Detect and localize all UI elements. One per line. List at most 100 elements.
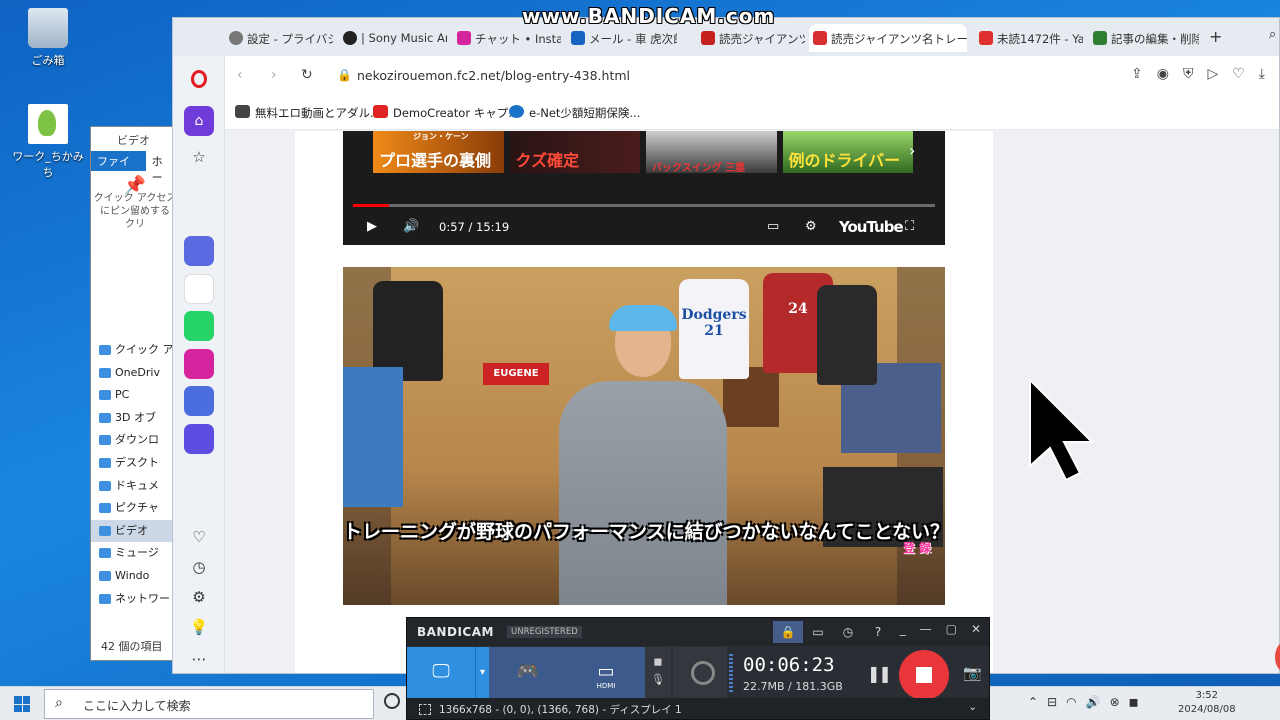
wifi-icon[interactable]: ◠ <box>1066 695 1076 709</box>
play-icon[interactable]: ▶ <box>367 219 377 234</box>
fullscreen-icon[interactable]: ⛶ <box>905 219 914 234</box>
taskbar-clock[interactable]: 3:52 2024/08/08 <box>1178 689 1236 717</box>
aria-ai-icon[interactable] <box>184 236 214 266</box>
bandicam-tray-icon[interactable]: ◼ <box>1129 695 1139 709</box>
settings-gear-icon[interactable]: ⚙ <box>805 219 817 234</box>
tree-item[interactable]: ネットワー <box>91 588 179 611</box>
timer-clock-icon[interactable]: ◷ <box>833 621 863 643</box>
share-icon[interactable]: ⇪ <box>1131 66 1143 82</box>
tree-item[interactable]: クイック ア <box>91 339 179 362</box>
whatsapp-icon[interactable] <box>184 311 214 341</box>
folder-icon[interactable]: ▭ <box>803 621 833 643</box>
desktop-icon-recycle-bin[interactable]: ごみ箱 <box>8 8 88 68</box>
chevron-right-icon[interactable]: › <box>909 141 915 160</box>
more-icon[interactable]: ⋯ <box>189 650 209 670</box>
hdmi-label: HDMI <box>596 682 616 690</box>
bandicam-header: BANDICAM UNREGISTERED 🔒 ▭ ◷ ? _ — ▢ ✕ <box>407 618 989 646</box>
tree-item[interactable]: OneDriv <box>91 362 179 385</box>
back-icon[interactable]: ‹ <box>237 67 243 83</box>
download-icon[interactable]: ⤓ <box>1259 66 1265 82</box>
video-frame-training[interactable]: EUGENE Dodgers 21 24 トレーニングが野球のパフォーマンスに結… <box>343 267 945 605</box>
opera-logo-icon[interactable] <box>191 70 207 88</box>
windows-start-icon[interactable] <box>14 696 30 712</box>
lock-icon: 🔒 <box>337 68 352 82</box>
video-player-icon[interactable] <box>184 424 214 454</box>
gear-icon[interactable]: ⚙ <box>189 588 209 608</box>
url-field[interactable]: nekozirouemon.fc2.net/blog-entry-438.htm… <box>357 68 630 83</box>
thumb-title: 例のドライバー <box>788 151 901 170</box>
screenshot-camera-icon[interactable]: 📷 <box>963 664 982 682</box>
game-mode-button[interactable]: 🎮 <box>489 647 567 699</box>
tab-gmail-giants[interactable]: 読売ジャイアンツ名 <box>697 24 805 52</box>
screen-mode-dropdown[interactable]: ▾ <box>475 647 489 699</box>
tree-item[interactable]: PC <box>91 384 179 407</box>
tab-active-giants-training[interactable]: 読売ジャイアンツ名トレー <box>809 24 967 52</box>
tab-yahoo-mail[interactable]: 未読1472件 - Yah <box>975 24 1083 52</box>
close-icon[interactable]: ✕ <box>971 622 981 636</box>
related-video-thumb[interactable]: ジョン・ケーン プロ選手の裏側 <box>373 131 504 173</box>
music-player-icon[interactable] <box>184 386 214 416</box>
youtube-logo[interactable]: YouTube <box>839 218 904 236</box>
forward-icon[interactable]: › <box>271 67 277 83</box>
taskbar-search-box[interactable]: ⌕ ここに入力して検索 <box>44 689 374 719</box>
device-mode-button[interactable]: ▭ HDMI <box>567 647 645 699</box>
desktop-icon-work-shortcut[interactable]: ワーク_ちかみち <box>8 104 88 180</box>
screen-mode-button[interactable]: 🖵 <box>407 647 475 699</box>
lightbulb-icon[interactable]: 💡 <box>189 618 209 638</box>
tree-item[interactable]: デスクト <box>91 452 179 475</box>
subtitles-icon[interactable]: ▭ <box>767 219 779 234</box>
tab-search-icon[interactable]: ⌕ <box>1269 27 1276 42</box>
related-video-thumb[interactable]: クズ確定 <box>509 131 640 173</box>
stop-recording-button[interactable] <box>899 650 949 700</box>
cancel-circle-icon[interactable]: ⊗ <box>1110 695 1120 709</box>
youtube-player[interactable]: ジョン・ケーン プロ選手の裏側 クズ確定 バックスイング 三塁 例のドライバー … <box>343 131 945 245</box>
tree-item[interactable]: ミュージ <box>91 542 179 565</box>
youtube-icon <box>373 105 388 118</box>
volume-icon[interactable]: 🔊 <box>403 219 419 234</box>
tree-item[interactable]: ピクチャ <box>91 497 179 520</box>
camera-icon[interactable]: ◉ <box>1157 66 1169 82</box>
minimize-icon[interactable]: — <box>920 622 932 636</box>
history-clock-icon[interactable]: ◷ <box>189 558 209 578</box>
tree-item[interactable]: 3D オブ <box>91 407 179 430</box>
pause-icon[interactable]: ❚❚ <box>867 664 892 683</box>
tab-instagram-chat[interactable]: チャット • Instagra <box>453 24 561 52</box>
ribbon-tab-file[interactable]: ファイル <box>91 151 146 184</box>
chevron-down-icon[interactable]: ⌄ <box>968 701 977 713</box>
tab-sony-music[interactable]: | Sony Music Arti <box>339 24 447 52</box>
tab-settings-privacy[interactable]: 設定 - プライバシー <box>225 24 333 52</box>
bookmark-item[interactable]: e-Net少額短期保険... <box>509 105 640 121</box>
audio-toggles[interactable]: ◼ 🎙 <box>645 647 671 699</box>
tree-item[interactable]: Windo <box>91 565 179 588</box>
webcam-icon[interactable] <box>673 647 727 699</box>
lock-icon[interactable]: 🔒 <box>773 621 803 643</box>
tree-item[interactable]: ダウンロ <box>91 429 179 452</box>
chevron-up-icon[interactable]: ⌃ <box>1028 695 1038 709</box>
tree-item-selected[interactable]: ビデオ <box>91 519 179 543</box>
tab-blog-editor[interactable]: 記事の編集・削除 <box>1089 24 1199 52</box>
related-video-thumb[interactable]: バックスイング 三塁 <box>646 131 777 173</box>
related-video-thumb[interactable]: 例のドライバー <box>782 131 913 173</box>
bookmark-item[interactable]: DemoCreator キャプ... <box>373 105 519 121</box>
tab-outlook-mail[interactable]: メール - 車 虎次郎 <box>567 24 677 52</box>
bandicam-toolbar: 🔒 ▭ ◷ ? <box>773 621 893 643</box>
collapse-icon[interactable]: _ <box>900 622 906 636</box>
send-icon[interactable]: ▷ <box>1207 66 1218 82</box>
help-icon[interactable]: ? <box>863 621 893 643</box>
messenger-icon[interactable] <box>184 274 214 304</box>
volume-icon[interactable]: 🔊 <box>1086 695 1101 709</box>
new-tab-button[interactable]: + <box>1209 27 1222 46</box>
tree-item[interactable]: ドキュメ <box>91 475 179 498</box>
bookmark-item[interactable]: 無料エロ動画とアダル... <box>235 105 381 121</box>
network-icon[interactable]: ⊟ <box>1047 695 1057 709</box>
video-progress-bar[interactable] <box>353 204 935 207</box>
instagram-icon[interactable] <box>184 349 214 379</box>
reload-icon[interactable]: ↻ <box>301 67 313 83</box>
shield-icon[interactable]: ⛨ <box>1183 66 1194 82</box>
heart-icon[interactable]: ♡ <box>189 528 209 548</box>
cortana-icon[interactable] <box>384 693 400 709</box>
heart-icon[interactable]: ♡ <box>1232 66 1245 82</box>
star-icon[interactable]: ☆ <box>189 148 209 168</box>
maximize-icon[interactable]: ▢ <box>946 622 957 636</box>
home-button[interactable]: ⌂ <box>184 106 214 136</box>
